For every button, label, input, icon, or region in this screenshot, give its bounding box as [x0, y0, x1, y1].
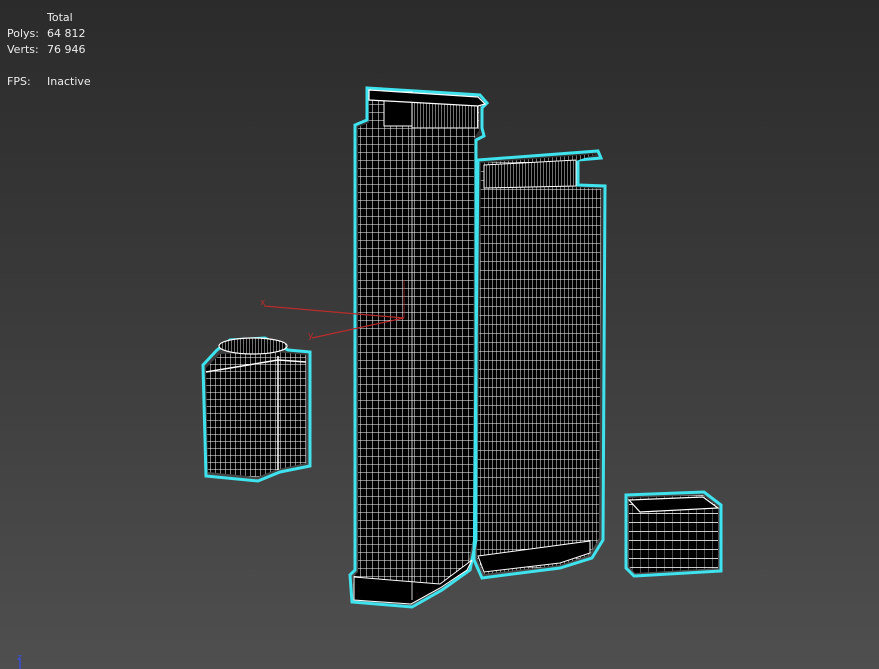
world-axis-indicator: z: [17, 653, 22, 669]
3d-viewport[interactable]: Total Polys: 64 812 Verts: 76 946 FPS: Inac…: [0, 0, 879, 669]
tower-left[interactable]: [348, 86, 490, 609]
tower-right[interactable]: [472, 149, 607, 580]
scene-canvas[interactable]: x y z: [0, 0, 879, 669]
gizmo-x-label: x: [260, 298, 266, 308]
building-small-left[interactable]: [201, 336, 312, 483]
world-axis-z-label: z: [17, 653, 22, 663]
building-small-right[interactable]: [624, 490, 723, 578]
gizmo-y-label: y: [308, 331, 314, 341]
